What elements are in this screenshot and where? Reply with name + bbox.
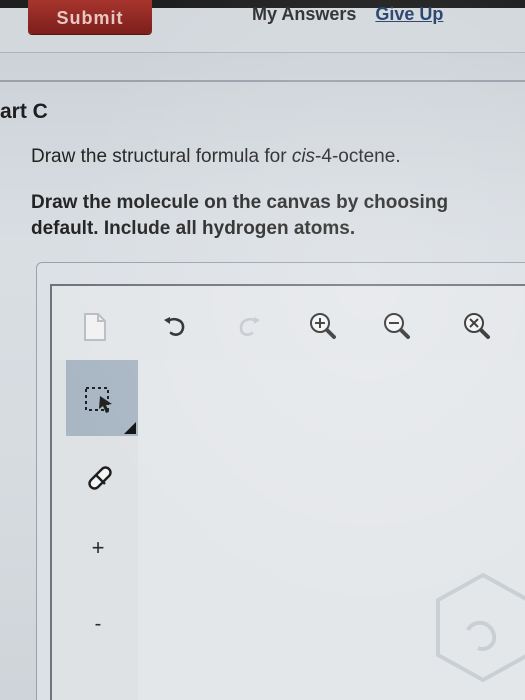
new-document-icon [84, 313, 106, 341]
increase-charge-icon: + [91, 535, 105, 560]
zoom-reset-button[interactable] [460, 310, 494, 344]
increase-charge-button[interactable]: + [78, 528, 118, 568]
new-document-button[interactable] [78, 310, 112, 344]
drawing-toolbar [52, 286, 525, 360]
prompt-compound-italic: cis [291, 146, 316, 167]
eraser-icon [88, 466, 112, 490]
answer-links: My Answers Give Up [252, 4, 457, 25]
part-title: art C [0, 100, 48, 123]
prompt-prefix: Draw the structural formula for [31, 146, 292, 167]
selection-tool-icon [85, 387, 112, 413]
undo-icon [164, 317, 185, 336]
eraser-button[interactable] [80, 456, 120, 496]
redo-button[interactable] [232, 310, 266, 344]
decrease-charge-button[interactable]: - [78, 604, 118, 644]
chem-logo-watermark-icon [436, 572, 525, 683]
question-prompt: Draw the structural formula for cis-4-oc… [31, 146, 401, 168]
give-up-link[interactable]: Give Up [375, 4, 443, 24]
zoom-out-icon [384, 313, 410, 339]
redo-icon [239, 317, 260, 336]
section-divider [0, 80, 525, 82]
question-instructions: Draw the molecule on the canvas by choos… [31, 192, 449, 239]
selection-tool-button[interactable] [66, 360, 138, 436]
submit-button[interactable]: Submit [28, 0, 152, 34]
undo-button[interactable] [158, 310, 192, 344]
prompt-suffix: -4-octene. [315, 146, 401, 167]
zoom-in-button[interactable] [306, 310, 340, 344]
decrease-charge-icon: - [94, 612, 102, 635]
zoom-reset-icon [464, 313, 490, 339]
tool-menu-corner [124, 422, 136, 434]
screenshot-page: Submit My Answers Give Up art C Draw the… [0, 0, 525, 700]
zoom-out-button[interactable] [380, 310, 414, 344]
my-answers-link[interactable]: My Answers [252, 4, 356, 24]
header-bar: Submit My Answers Give Up [0, 0, 525, 53]
zoom-in-icon [310, 313, 336, 339]
